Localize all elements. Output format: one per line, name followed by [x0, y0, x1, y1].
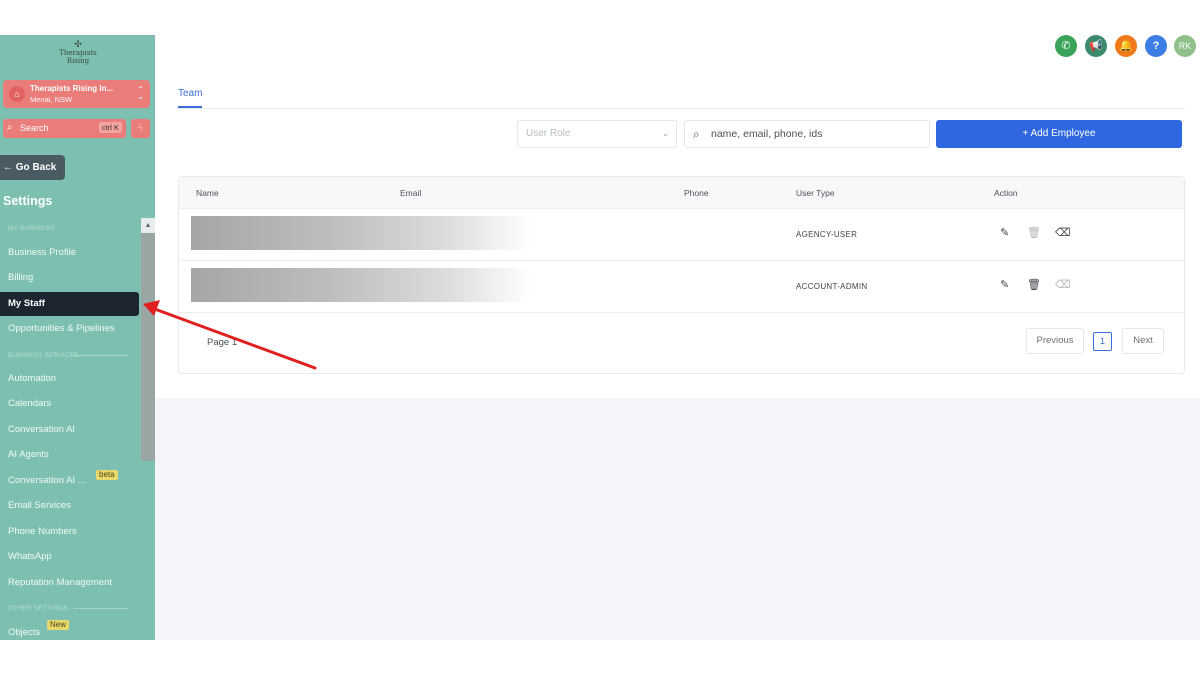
sidebar-scrollbar[interactable]: ▲: [140, 218, 155, 640]
column-user-type: User Type: [796, 188, 835, 198]
scrollbar-thumb[interactable]: [141, 233, 155, 461]
edit-icon[interactable]: ✎: [1000, 226, 1009, 239]
avatar[interactable]: RK: [1174, 35, 1196, 57]
sidebar-item-label: Conversation AI ...: [8, 475, 86, 486]
sidebar-item-email-services[interactable]: Email Services: [0, 494, 139, 518]
help-icon[interactable]: ?: [1145, 35, 1167, 57]
logo-text: Therapists Rising: [59, 49, 97, 65]
redacted-name-email: [191, 268, 531, 302]
column-email: Email: [400, 188, 422, 198]
edit-icon[interactable]: ✎: [1000, 278, 1009, 291]
sidebar: ✣ Therapists Rising ⌂ Therapists Rising …: [0, 35, 155, 640]
column-phone: Phone: [684, 188, 709, 198]
divider: [73, 355, 128, 356]
add-employee-button[interactable]: + Add Employee: [936, 120, 1182, 148]
column-action: Action: [994, 188, 1018, 198]
go-back-button[interactable]: ← Go Back: [0, 155, 65, 180]
account-switcher[interactable]: ⌂ Therapists Rising In... Menai, NSW ⌃ ⌄: [3, 80, 150, 108]
previous-button[interactable]: Previous: [1026, 328, 1084, 354]
sidebar-item-automation[interactable]: Automation: [0, 367, 139, 391]
bell-icon[interactable]: 🔔: [1115, 35, 1137, 57]
column-name: Name: [196, 188, 219, 198]
user-role-select[interactable]: User Role ⌄: [517, 120, 677, 148]
lightning-icon[interactable]: ϟ: [131, 119, 150, 138]
account-location: Menai, NSW: [30, 95, 73, 104]
sidebar-item-conversation-ai[interactable]: Conversation AI: [0, 418, 139, 442]
search-shortcut: ctrl K: [98, 122, 122, 133]
sidebar-item-phone-numbers[interactable]: Phone Numbers: [0, 520, 139, 544]
sidebar-item-ai-agents[interactable]: AI Agents: [0, 443, 139, 467]
search-icon: ⌕: [7, 122, 13, 133]
search-label: Search: [20, 123, 49, 133]
logo: ✣ Therapists Rising: [50, 41, 106, 67]
main-content: Team User Role ⌄ ⌕ name, email, phone, i…: [155, 63, 1200, 398]
arrow-left-icon: ←: [3, 162, 13, 173]
sidebar-item-opportunities[interactable]: Opportunities & Pipelines: [0, 317, 139, 341]
add-employee-label: Add Employee: [1030, 128, 1096, 139]
search-placeholder: name, email, phone, ids: [711, 128, 823, 140]
redacted-name-email: [191, 216, 531, 250]
account-name: Therapists Rising In...: [30, 84, 114, 93]
table-header: Name Email Phone User Type Action: [179, 177, 1184, 209]
employee-search-input[interactable]: ⌕ name, email, phone, ids: [684, 120, 930, 148]
sidebar-item-conversation-ai-beta[interactable]: Conversation AI ... beta: [0, 469, 139, 493]
page-number-button[interactable]: 1: [1093, 332, 1112, 351]
sidebar-item-my-staff[interactable]: My Staff: [0, 292, 139, 316]
sidebar-item-billing[interactable]: Billing: [0, 266, 139, 290]
table-row: ACCOUNT-ADMIN ✎ 🗑 ⌫: [179, 261, 1184, 313]
section-label: OTHER SETTINGS: [8, 605, 68, 612]
user-type-value: ACCOUNT-ADMIN: [796, 282, 868, 291]
settings-title: Settings: [3, 194, 53, 208]
table-row: AGENCY-USER ✎ 🗑 ⌫: [179, 209, 1184, 261]
chevron-updown-icon: ⌃ ⌄: [137, 85, 144, 101]
top-bar: ✆ 📢 🔔 ? RK: [155, 35, 1200, 63]
search-icon: ⌕: [693, 127, 700, 141]
phone-icon[interactable]: ✆: [1055, 35, 1077, 57]
sidebar-item-reputation[interactable]: Reputation Management: [0, 571, 139, 595]
section-other-settings: OTHER SETTINGS: [8, 605, 128, 612]
sidebar-item-business-profile[interactable]: Business Profile: [0, 241, 139, 265]
staff-table: Name Email Phone User Type Action AGENCY…: [178, 176, 1185, 374]
megaphone-icon[interactable]: 📢: [1085, 35, 1107, 57]
app-window: ✣ Therapists Rising ⌂ Therapists Rising …: [0, 35, 1200, 640]
sidebar-item-objects[interactable]: Objects New: [0, 620, 139, 640]
section-my-business: MY BUSINESS: [8, 225, 55, 232]
sidebar-item-label: Objects: [8, 627, 41, 638]
plus-icon: +: [1022, 128, 1029, 139]
location-pin-icon: ⌂: [9, 86, 25, 102]
logo-mark-icon: ✣: [74, 40, 82, 50]
page-label: Page 1: [207, 337, 238, 348]
new-badge: New: [47, 620, 70, 630]
section-business-services: BUSINESS SERVICES: [8, 352, 128, 359]
sidebar-item-calendars[interactable]: Calendars: [0, 392, 139, 416]
sidebar-search-button[interactable]: ⌕ Search ctrl K: [3, 119, 126, 138]
user-type-value: AGENCY-USER: [796, 230, 858, 239]
chevron-down-icon: ⌄: [662, 129, 669, 138]
scroll-up-icon[interactable]: ▲: [141, 218, 155, 233]
sidebar-item-whatsapp[interactable]: WhatsApp: [0, 545, 139, 569]
tab-team[interactable]: Team: [178, 88, 202, 99]
section-label: MY BUSINESS: [8, 225, 55, 232]
divider: [73, 608, 128, 609]
section-label: BUSINESS SERVICES: [8, 352, 79, 359]
settings-menu: MY BUSINESS Business Profile Billing My …: [0, 218, 140, 640]
beta-badge: beta: [96, 470, 118, 480]
tab-divider: [178, 108, 1185, 109]
go-back-label: Go Back: [15, 162, 57, 173]
user-role-placeholder: User Role: [526, 128, 571, 139]
next-button[interactable]: Next: [1122, 328, 1164, 354]
remove-icon[interactable]: ⌫: [1055, 226, 1071, 239]
trash-icon[interactable]: 🗑: [1027, 226, 1041, 239]
remove-icon: ⌫: [1055, 279, 1071, 291]
trash-icon[interactable]: 🗑: [1027, 278, 1041, 291]
